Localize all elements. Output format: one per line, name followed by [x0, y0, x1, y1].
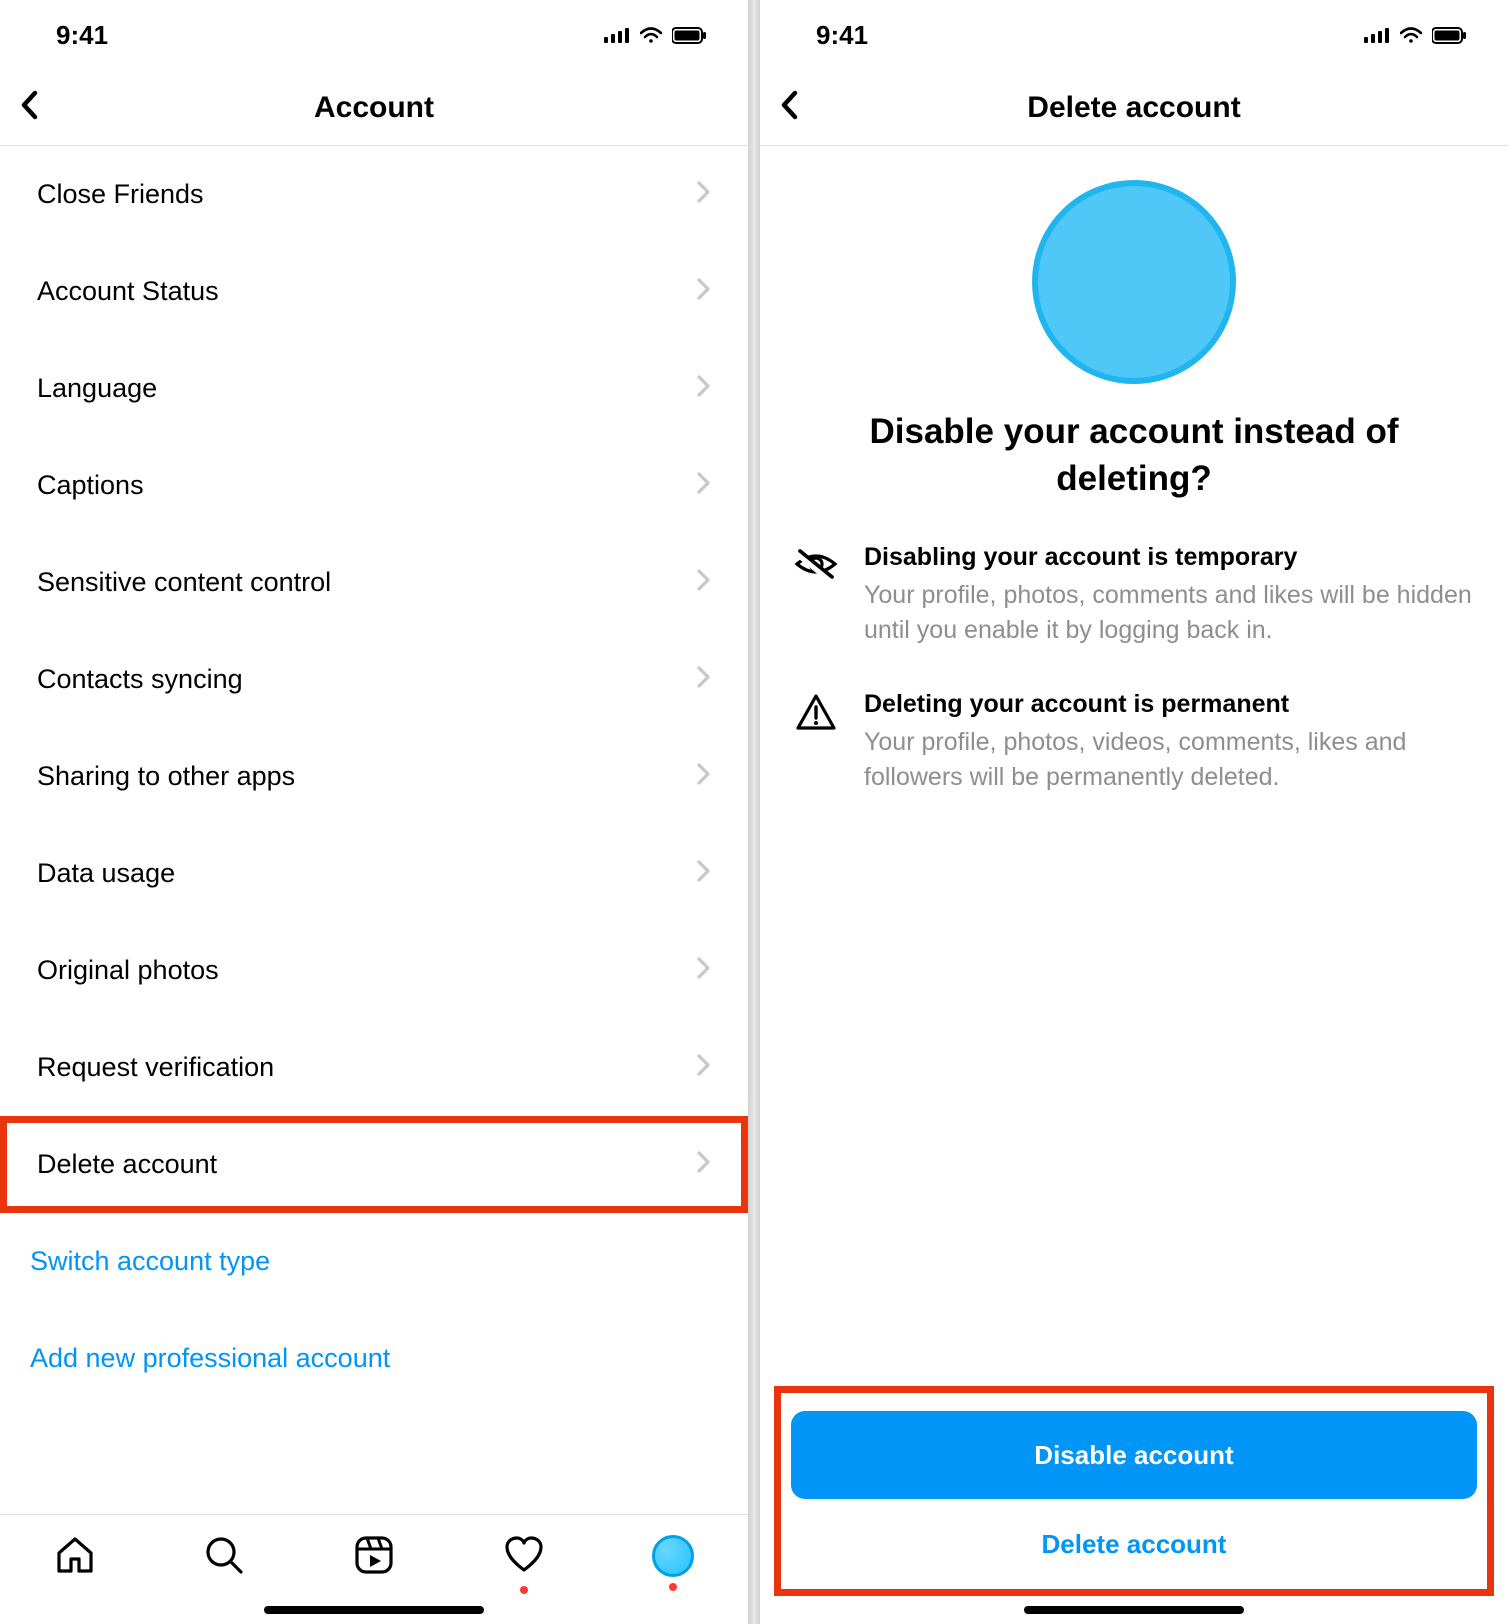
settings-row-captions[interactable]: Captions [0, 437, 748, 534]
page-title: Delete account [760, 91, 1508, 125]
screenshot-pair: 9:41 Account Close Friends Account Statu… [0, 0, 1510, 1624]
link-label: Switch account type [30, 1246, 270, 1277]
avatar-icon [652, 1535, 694, 1577]
wifi-icon [1400, 27, 1422, 44]
eye-off-icon [794, 543, 838, 648]
home-icon [55, 1535, 95, 1580]
reels-icon [354, 1535, 394, 1580]
link-switch-account-type[interactable]: Switch account type [0, 1213, 748, 1310]
chevron-right-icon [696, 470, 711, 501]
tab-search[interactable] [194, 1535, 254, 1580]
info-text: Deleting your account is permanent Your … [864, 690, 1474, 795]
row-label: Contacts syncing [37, 664, 243, 695]
tab-home[interactable] [45, 1535, 105, 1580]
info-text: Disabling your account is temporary Your… [864, 543, 1474, 648]
chevron-left-icon [19, 90, 41, 125]
settings-row-data-usage[interactable]: Data usage [0, 825, 748, 922]
chevron-right-icon [696, 858, 711, 889]
chevron-right-icon [696, 567, 711, 598]
tab-activity[interactable] [494, 1535, 554, 1580]
chevron-left-icon [779, 90, 801, 125]
notification-dot [520, 1586, 528, 1594]
screen-header: Account [0, 70, 748, 146]
info-title: Disabling your account is temporary [864, 543, 1474, 572]
link-add-professional-account[interactable]: Add new professional account [0, 1310, 748, 1407]
row-label: Close Friends [37, 179, 204, 210]
settings-row-delete-account[interactable]: Delete account [0, 1116, 748, 1213]
settings-row-close-friends[interactable]: Close Friends [0, 146, 748, 243]
row-label: Delete account [37, 1149, 217, 1180]
settings-row-original-photos[interactable]: Original photos [0, 922, 748, 1019]
settings-row-request-verification[interactable]: Request verification [0, 1019, 748, 1116]
info-block-disable: Disabling your account is temporary Your… [794, 543, 1474, 648]
disable-account-button[interactable]: Disable account [791, 1411, 1477, 1499]
heart-icon [504, 1535, 544, 1580]
settings-list: Close Friends Account Status Language Ca… [0, 146, 748, 1407]
status-bar: 9:41 [0, 0, 748, 70]
row-label: Sharing to other apps [37, 761, 295, 792]
settings-row-account-status[interactable]: Account Status [0, 243, 748, 340]
chevron-right-icon [696, 664, 711, 695]
search-icon [204, 1535, 244, 1580]
cell-signal-icon [1364, 27, 1390, 44]
wifi-icon [640, 27, 662, 44]
bottom-actions: Disable account Delete account [774, 1386, 1494, 1596]
battery-icon [672, 27, 708, 44]
info-desc: Your profile, photos, videos, comments, … [864, 725, 1474, 795]
row-label: Original photos [37, 955, 219, 986]
cell-signal-icon [604, 27, 630, 44]
row-label: Account Status [37, 276, 219, 307]
settings-row-language[interactable]: Language [0, 340, 748, 437]
status-time: 9:41 [56, 20, 108, 51]
row-label: Language [37, 373, 157, 404]
chevron-right-icon [696, 955, 711, 986]
info-block-delete: Deleting your account is permanent Your … [794, 690, 1474, 795]
settings-row-sensitive-content[interactable]: Sensitive content control [0, 534, 748, 631]
info-title: Deleting your account is permanent [864, 690, 1474, 719]
notification-dot [669, 1583, 677, 1591]
back-button[interactable] [0, 70, 60, 145]
battery-icon [1432, 27, 1468, 44]
back-button[interactable] [760, 70, 820, 145]
status-time: 9:41 [816, 20, 868, 51]
link-label: Add new professional account [30, 1343, 390, 1374]
settings-row-contacts-syncing[interactable]: Contacts syncing [0, 631, 748, 728]
settings-row-sharing-apps[interactable]: Sharing to other apps [0, 728, 748, 825]
screenshot-divider [748, 0, 760, 1624]
delete-account-button[interactable]: Delete account [791, 1509, 1477, 1579]
home-indicator [264, 1606, 484, 1614]
chevron-right-icon [696, 1149, 711, 1180]
screen-header: Delete account [760, 70, 1508, 146]
row-label: Request verification [37, 1052, 274, 1083]
tab-reels[interactable] [344, 1535, 404, 1580]
tab-profile[interactable] [643, 1535, 703, 1577]
account-settings-screen: 9:41 Account Close Friends Account Statu… [0, 0, 748, 1624]
delete-account-screen: 9:41 Delete account Disable your account… [760, 0, 1508, 1624]
chevron-right-icon [696, 373, 711, 404]
row-label: Sensitive content control [37, 567, 331, 598]
page-title: Account [0, 91, 748, 125]
info-desc: Your profile, photos, comments and likes… [864, 578, 1474, 648]
headline: Disable your account instead of deleting… [794, 408, 1474, 503]
illustration-circle [1032, 180, 1236, 384]
status-icons [1364, 27, 1468, 44]
row-label: Captions [37, 470, 144, 501]
delete-content: Disable your account instead of deleting… [760, 146, 1508, 795]
home-indicator [1024, 1606, 1244, 1614]
chevron-right-icon [696, 1052, 711, 1083]
chevron-right-icon [696, 761, 711, 792]
status-icons [604, 27, 708, 44]
chevron-right-icon [696, 276, 711, 307]
chevron-right-icon [696, 179, 711, 210]
row-label: Data usage [37, 858, 175, 889]
warning-icon [794, 690, 838, 795]
status-bar: 9:41 [760, 0, 1508, 70]
